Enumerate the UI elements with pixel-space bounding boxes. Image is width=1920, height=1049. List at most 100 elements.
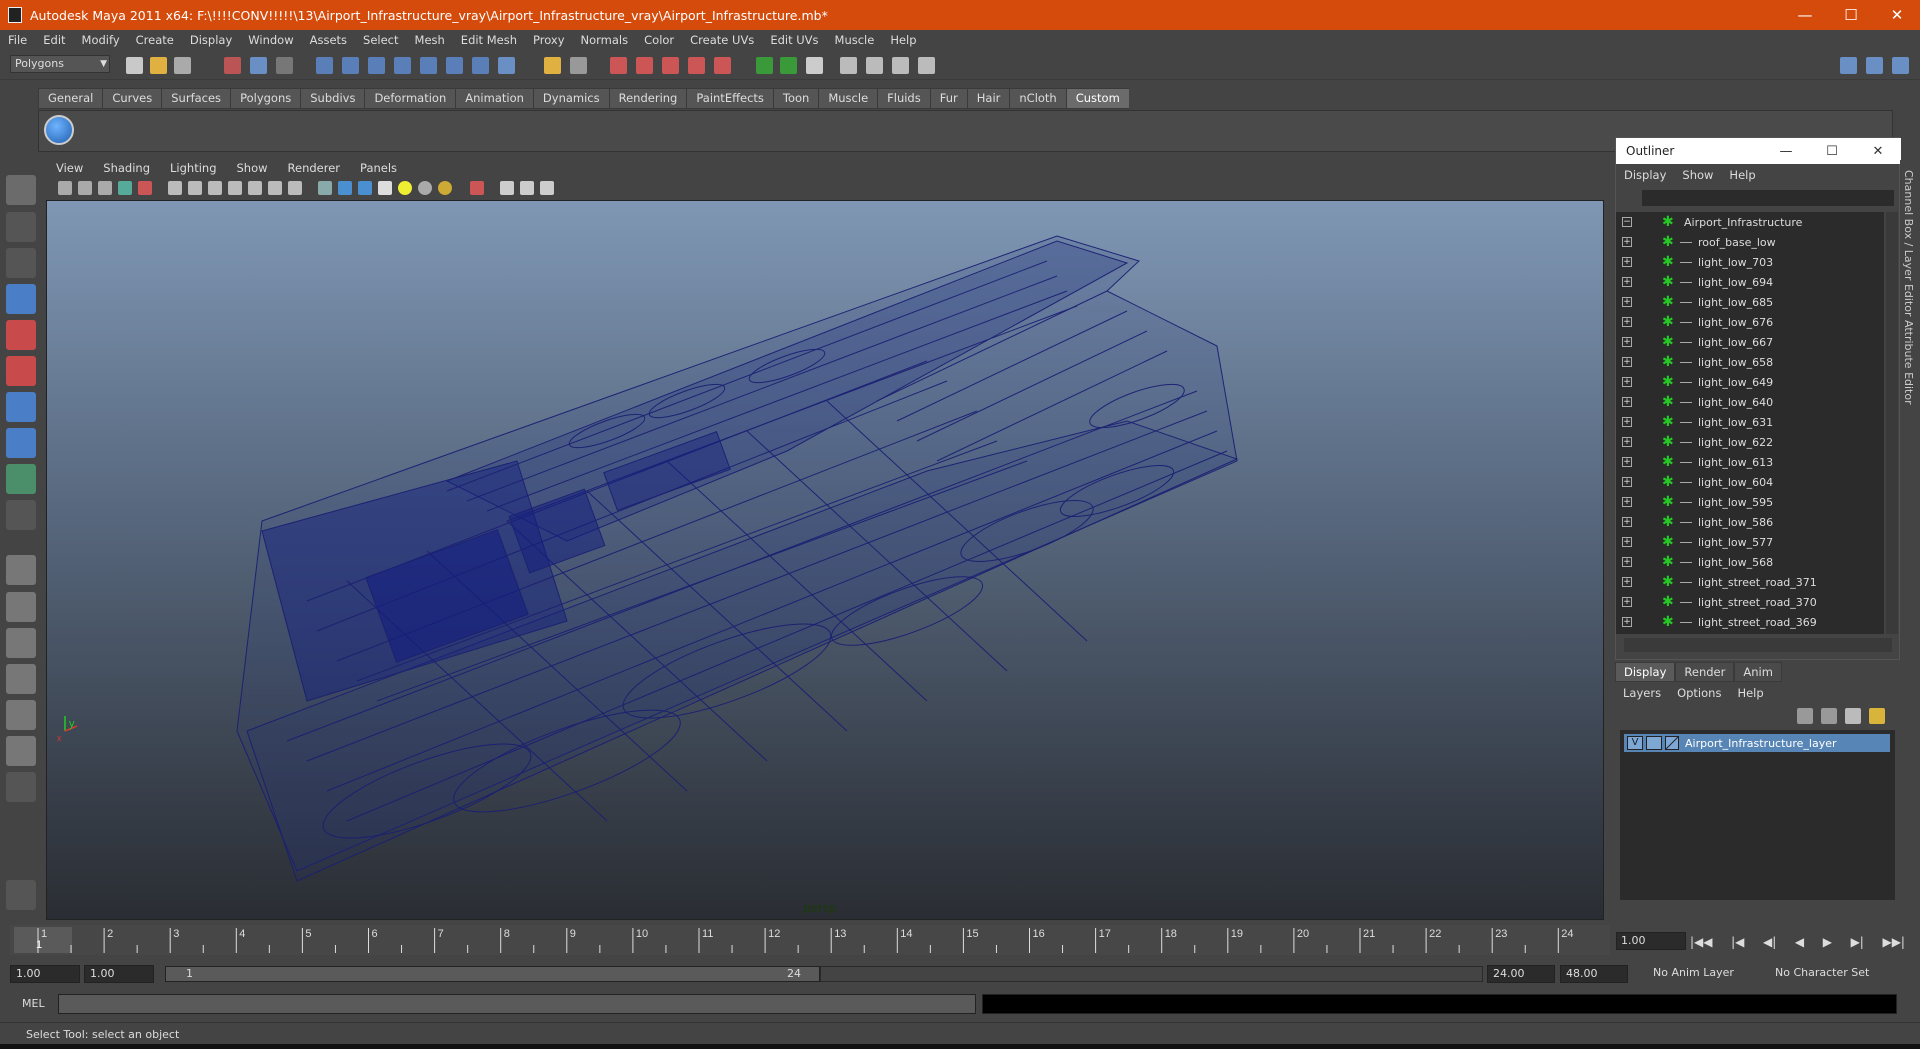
- menu-mesh[interactable]: Mesh: [415, 33, 445, 47]
- menu-set-dropdown[interactable]: Polygons ▼: [10, 55, 110, 73]
- start-time-field[interactable]: 1.00: [10, 965, 80, 983]
- menu-create[interactable]: Create: [136, 33, 174, 47]
- viewport-menu-renderer[interactable]: Renderer: [288, 161, 341, 175]
- select-object-icon[interactable]: [250, 57, 267, 74]
- outliner-vertical-scrollbar[interactable]: [1886, 212, 1898, 634]
- paint-select-tool-icon[interactable]: [6, 248, 36, 278]
- show-hide-editor-icon[interactable]: [1840, 57, 1857, 74]
- step-back-key-icon[interactable]: ◀|: [1763, 935, 1776, 949]
- move-layer-down-icon[interactable]: [1821, 708, 1837, 724]
- menu-proxy[interactable]: Proxy: [533, 33, 565, 47]
- shelf-tab-custom[interactable]: Custom: [1065, 88, 1129, 109]
- side-tab-channel-box[interactable]: Channel Box / Layer Editor: [1902, 170, 1915, 317]
- range-slider-bar[interactable]: 1 24: [165, 966, 820, 982]
- go-to-start-icon[interactable]: |◀◀: [1690, 935, 1713, 949]
- layer-playback-toggle[interactable]: [1646, 736, 1662, 750]
- layer-tab-render[interactable]: Render: [1675, 662, 1735, 682]
- save-scene-icon[interactable]: [174, 57, 191, 74]
- anim-layer-dropdown[interactable]: No Anim Layer: [1648, 965, 1758, 983]
- shelf-tab-deformation[interactable]: Deformation: [364, 88, 456, 109]
- menu-normals[interactable]: Normals: [581, 33, 629, 47]
- bookmark-icon[interactable]: [98, 181, 112, 195]
- expand-icon[interactable]: +: [1622, 617, 1632, 627]
- four-pane-layout-icon[interactable]: [6, 592, 36, 622]
- outliner-filter-input[interactable]: [1642, 190, 1894, 206]
- graph-persp-layout-icon[interactable]: [6, 664, 36, 694]
- snap-view-plane-icon[interactable]: [420, 57, 437, 74]
- new-scene-icon[interactable]: [126, 57, 143, 74]
- command-input[interactable]: [58, 994, 976, 1014]
- camera-attributes-icon[interactable]: [78, 181, 92, 195]
- shelf-tab-toon[interactable]: Toon: [772, 88, 819, 109]
- outliner-persp-layout-icon[interactable]: [6, 628, 36, 658]
- image-plane-icon[interactable]: [118, 181, 132, 195]
- layer-row[interactable]: V Airport_Infrastructure_layer: [1624, 734, 1890, 752]
- expand-icon[interactable]: +: [1622, 537, 1632, 547]
- play-backwards-icon[interactable]: ◀: [1795, 935, 1804, 949]
- shadows-icon[interactable]: [418, 181, 432, 195]
- select-all-icon[interactable]: [570, 57, 587, 74]
- outliner-minimize-button[interactable]: —: [1763, 144, 1809, 159]
- layer-menu-options[interactable]: Options: [1677, 686, 1721, 700]
- outliner-close-button[interactable]: ✕: [1855, 144, 1901, 159]
- outliner-item[interactable]: + ✱ light_low_568: [1616, 552, 1884, 572]
- new-layer-icon[interactable]: [1845, 708, 1861, 724]
- safe-action-icon[interactable]: [268, 181, 282, 195]
- menu-display[interactable]: Display: [190, 33, 232, 47]
- shelf-tab-hair[interactable]: Hair: [966, 88, 1010, 109]
- magnet-icon[interactable]: [714, 57, 731, 74]
- viewport-menu-lighting[interactable]: Lighting: [170, 161, 216, 175]
- close-button[interactable]: ✕: [1874, 6, 1920, 24]
- scale-tool-icon[interactable]: [6, 356, 36, 386]
- hypershade-persp-layout-icon[interactable]: [6, 700, 36, 730]
- collapse-icon[interactable]: −: [1622, 217, 1632, 227]
- safe-title-icon[interactable]: [288, 181, 302, 195]
- single-pane-layout-icon[interactable]: [6, 555, 36, 585]
- outliner-item[interactable]: + ✱ light_low_685: [1616, 292, 1884, 312]
- shelf-tab-ncloth[interactable]: nCloth: [1009, 88, 1066, 109]
- shelf-tab-fur[interactable]: Fur: [929, 88, 967, 109]
- select-hierarchy-icon[interactable]: [224, 57, 241, 74]
- construction-history-icon[interactable]: [610, 57, 627, 74]
- outliner-menu-help[interactable]: Help: [1729, 168, 1755, 186]
- outliner-menu-display[interactable]: Display: [1624, 168, 1666, 186]
- render-settings-icon[interactable]: [806, 57, 823, 74]
- snap-grid-icon[interactable]: [342, 57, 359, 74]
- ipr-render-icon[interactable]: [780, 57, 797, 74]
- gate-mask-icon[interactable]: [228, 181, 242, 195]
- soft-modification-icon[interactable]: [6, 428, 36, 458]
- shelf-tab-animation[interactable]: Animation: [455, 88, 533, 109]
- menu-edit-mesh[interactable]: Edit Mesh: [461, 33, 517, 47]
- high-quality-icon[interactable]: [438, 181, 452, 195]
- outliner-maximize-button[interactable]: ☐: [1809, 144, 1855, 159]
- outliner-horizontal-scrollbar[interactable]: [1624, 638, 1892, 652]
- wireframe-on-shaded-icon[interactable]: [358, 181, 372, 195]
- go-to-end-icon[interactable]: ▶▶|: [1882, 935, 1905, 949]
- select-camera-icon[interactable]: [58, 181, 72, 195]
- maximize-button[interactable]: ☐: [1828, 6, 1874, 24]
- expand-icon[interactable]: +: [1622, 577, 1632, 587]
- layouts-menu-icon[interactable]: [6, 772, 36, 802]
- input-lines-icon[interactable]: [636, 57, 653, 74]
- shelf-tab-painteffects[interactable]: PaintEffects: [686, 88, 773, 109]
- outliner-item[interactable]: + ✱ light_low_640: [1616, 392, 1884, 412]
- expand-icon[interactable]: +: [1622, 277, 1632, 287]
- persp-graph-layout-icon[interactable]: [6, 736, 36, 766]
- help-question-icon[interactable]: [498, 57, 515, 74]
- menu-edit-uvs[interactable]: Edit UVs: [770, 33, 818, 47]
- lasso-tool-icon[interactable]: [6, 212, 36, 242]
- command-language-label[interactable]: MEL: [22, 997, 45, 1010]
- shelf-tab-general[interactable]: General: [38, 88, 103, 109]
- textured-icon[interactable]: [378, 181, 392, 195]
- outliner-item[interactable]: + ✱ light_low_613: [1616, 452, 1884, 472]
- expand-icon[interactable]: +: [1622, 457, 1632, 467]
- outliner-item[interactable]: + ✱ light_low_622: [1616, 432, 1884, 452]
- outliner-item[interactable]: + ✱ light_low_676: [1616, 312, 1884, 332]
- expand-icon[interactable]: +: [1622, 437, 1632, 447]
- snap-point-icon[interactable]: [394, 57, 411, 74]
- outliner-item[interactable]: + ✱ light_low_586: [1616, 512, 1884, 532]
- output-lines-icon[interactable]: [662, 57, 679, 74]
- shelf-tab-fluids[interactable]: Fluids: [877, 88, 930, 109]
- history-icon[interactable]: [472, 57, 489, 74]
- outliner-item[interactable]: + ✱ light_low_703: [1616, 252, 1884, 272]
